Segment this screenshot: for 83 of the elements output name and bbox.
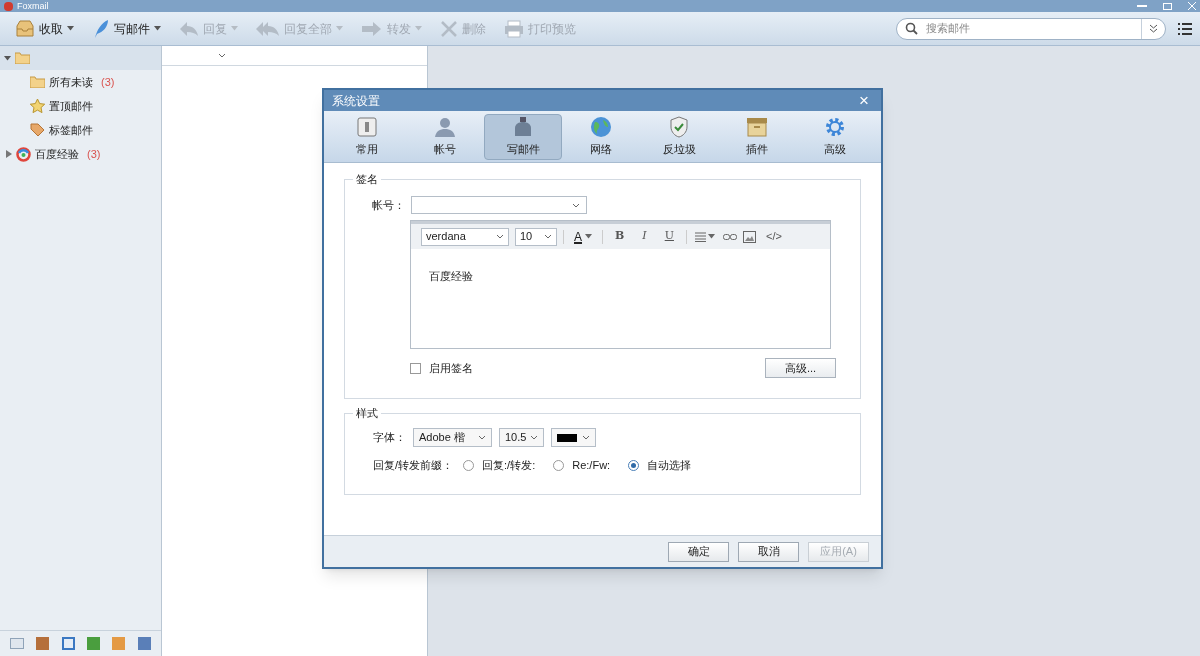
sidebar-item[interactable]: 标签邮件 (0, 118, 161, 142)
sidebar-item[interactable]: 置顶邮件 (0, 94, 161, 118)
font-color-button[interactable]: A (570, 227, 596, 246)
radio-label: Re:/Fw: (572, 458, 611, 473)
settings-tab[interactable]: 帐号 (406, 113, 484, 160)
signature-text: 百度经验 (429, 270, 473, 282)
search-icon (905, 22, 918, 35)
checkbox[interactable] (410, 362, 421, 374)
format-button[interactable]: B (609, 228, 631, 245)
caret-icon (707, 234, 715, 239)
size-select[interactable]: 10 (515, 227, 557, 246)
font-select[interactable]: Adobe 楷 (413, 428, 492, 447)
size-select[interactable]: 10.5 (499, 428, 544, 447)
globe-icon (590, 115, 612, 138)
align-button[interactable] (692, 231, 717, 242)
reply-all-arrow-icon (256, 20, 280, 37)
minimize-icon (1137, 5, 1147, 7)
double-chevron-icon (1149, 24, 1158, 33)
restore-icon (1163, 2, 1172, 10)
chevron-down-icon (496, 234, 504, 239)
shield-check-icon (669, 115, 689, 138)
tag-icon (30, 123, 45, 137)
image-icon[interactable] (742, 230, 756, 243)
source-code-button[interactable]: </> (761, 228, 786, 245)
sidebar-item[interactable]: 所有未读 (3) (0, 70, 161, 94)
format-button[interactable]: U (658, 228, 680, 245)
ink-bottle-icon (512, 115, 534, 138)
gear-icon (824, 115, 846, 138)
toolbar-button[interactable]: 写邮件 (85, 15, 168, 42)
group-legend: 签名 (353, 172, 381, 186)
account-select[interactable] (411, 196, 587, 214)
font-select[interactable]: verdana (421, 227, 509, 246)
settings-tab[interactable]: 反垃圾 (640, 113, 718, 160)
reply-arrow-icon (179, 20, 199, 37)
field-label: 回复/转发前缀： (373, 458, 454, 473)
chevron-down-icon (218, 53, 226, 58)
format-button[interactable]: I (636, 228, 653, 245)
delete-x-icon (440, 20, 458, 37)
person-icon (434, 115, 456, 138)
advanced-button[interactable]: 高级... (765, 358, 836, 378)
search-input[interactable]: 搜索邮件 (926, 20, 1141, 37)
settings-tab[interactable]: 网络 (562, 113, 640, 160)
chevron-down-icon (478, 435, 486, 440)
radio-label: 回复:/转发: (482, 458, 536, 473)
chevron-down-icon (582, 435, 590, 440)
folder-icon (15, 52, 30, 64)
settings-tab[interactable]: 常用 (328, 113, 406, 160)
app-logo-icon (4, 1, 13, 11)
sidebar-item[interactable]: 百度经验 (3) (0, 142, 161, 166)
switch-icon (356, 115, 378, 138)
caret-icon (585, 234, 592, 239)
chevron-down-icon (572, 202, 580, 208)
close-button[interactable]: × (855, 92, 873, 109)
account-ring-icon (16, 146, 31, 162)
field-label: 字体： (373, 430, 406, 446)
checkbox-label: 启用签名 (429, 360, 473, 376)
folder-icon (30, 76, 45, 88)
box-icon (746, 115, 768, 138)
chevron-down-icon (530, 435, 538, 440)
radio-label: 自动选择 (647, 458, 692, 473)
dialog-button[interactable]: 确定 (668, 541, 729, 562)
link-icon[interactable] (722, 232, 737, 241)
star-icon (30, 99, 45, 113)
inbox-tray-icon (15, 19, 35, 38)
close-icon (1188, 2, 1196, 10)
menu-icon[interactable] (1178, 22, 1192, 35)
group-legend: 样式 (353, 406, 381, 420)
toolbar-button[interactable]: 收取 (8, 15, 81, 42)
forward-arrow-icon (361, 20, 383, 37)
settings-tab[interactable]: 写邮件 (484, 113, 562, 160)
printer-icon (504, 19, 524, 38)
caret-icon (4, 55, 11, 61)
chevron-down-icon (544, 234, 552, 239)
window-title: Foxmail (17, 1, 49, 11)
feather-pen-icon (92, 18, 110, 39)
dialog-title: 系统设置 (332, 92, 381, 110)
dialog-button[interactable]: 取消 (738, 541, 799, 562)
align-lines-icon (694, 231, 706, 242)
settings-tab[interactable]: 插件 (718, 113, 796, 160)
settings-tab[interactable]: 高级 (796, 113, 874, 160)
search-field[interactable]: 搜索邮件 (896, 17, 1166, 40)
color-select[interactable] (551, 428, 596, 447)
field-label: 帐号： (371, 197, 405, 213)
